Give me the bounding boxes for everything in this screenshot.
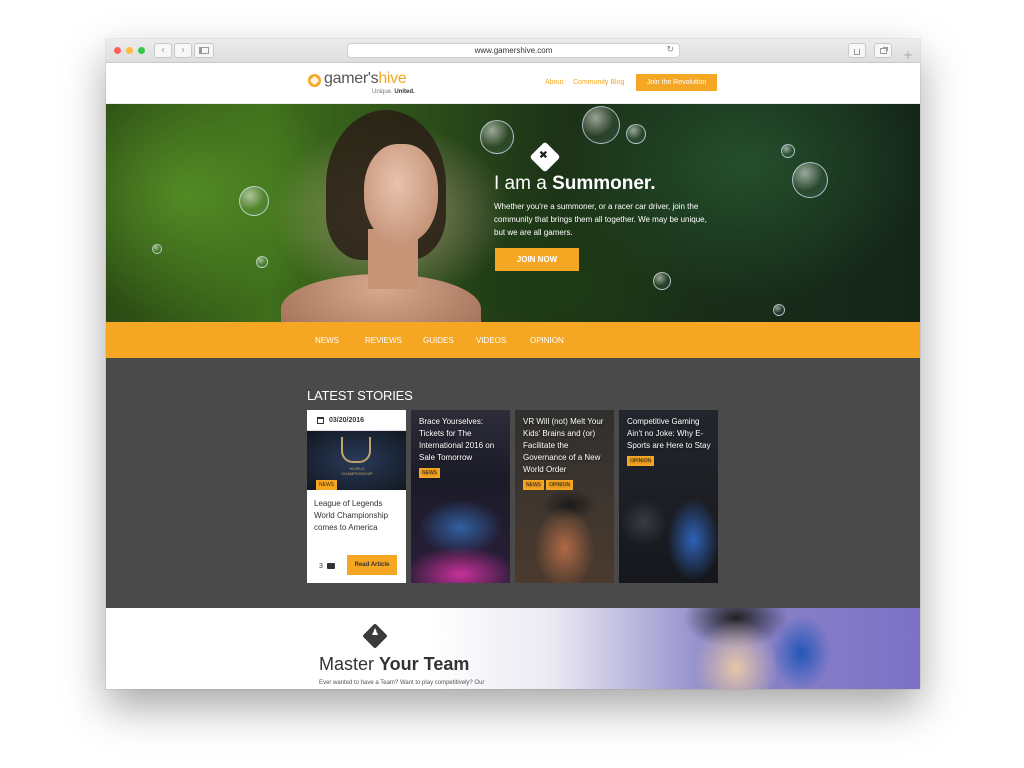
story-title: Brace Yourselves: Tickets for The Intern…	[419, 417, 495, 462]
hero-description: Whether you're a summoner, or a racer ca…	[494, 202, 707, 237]
chevron-right-icon: ›	[181, 45, 185, 56]
category-nav: NEWS REVIEWS GUIDES VIDEOS OPINION	[106, 322, 920, 358]
browser-window: ‹ › www.gamershive.com ↻ + gamer'shive U…	[106, 39, 920, 689]
share-icon	[854, 49, 860, 55]
tag-opinion[interactable]: OPINION	[627, 456, 655, 466]
hero-banner: ✖ I am a Summoner. Whether you're a summ…	[106, 104, 920, 322]
tag-news[interactable]: NEWS	[316, 480, 337, 490]
comment-count: 3	[319, 563, 323, 570]
address-bar[interactable]: www.gamershive.com ↻	[347, 43, 680, 58]
hero-title: I am a Summoner.	[494, 173, 656, 194]
team-section: ♟ Master Your Team Ever wanted to have a…	[106, 608, 920, 689]
read-article-button[interactable]: Read Article	[347, 555, 397, 575]
history-buttons: ‹ ›	[154, 43, 192, 58]
bubble	[582, 106, 620, 144]
join-revolution-button[interactable]: Join the Revolution	[636, 74, 717, 91]
bubble	[653, 272, 671, 290]
site-header: gamer'shive Unique. United. About Commun…	[106, 63, 920, 104]
tabs-icon	[879, 48, 887, 54]
summoner-badge-icon: ✖	[529, 141, 561, 173]
story-card[interactable]: Brace Yourselves: Tickets for The Intern…	[411, 410, 510, 583]
share-button[interactable]	[848, 43, 866, 58]
bubble	[781, 144, 795, 158]
hero-photo-face	[364, 144, 438, 244]
story-thumbnail: WORLD CHAMPIONSHIP NEWS	[307, 431, 406, 490]
story-date: 03/20/2016	[307, 410, 406, 431]
bubble	[773, 304, 785, 316]
close-window-button[interactable]	[114, 47, 121, 54]
sidebar-toggle-button[interactable]	[194, 43, 214, 58]
story-footer: 3 Read Article	[307, 552, 406, 582]
latest-stories-section: LATEST STORIES 03/20/2016 WORLD CHAMPION…	[106, 358, 920, 608]
category-guides[interactable]: GUIDES	[423, 336, 454, 345]
reload-icon[interactable]: ↻	[666, 44, 674, 57]
category-videos[interactable]: VIDEOS	[476, 336, 506, 345]
window-controls	[114, 47, 145, 54]
minimize-window-button[interactable]	[126, 47, 133, 54]
story-title: Competitive Gaming Ain't no Joke: Why E-…	[627, 417, 711, 450]
back-button[interactable]: ‹	[154, 43, 172, 58]
url-text: www.gamershive.com	[474, 46, 553, 55]
zoom-window-button[interactable]	[138, 47, 145, 54]
story-card[interactable]: VR Will (not) Melt Your Kids' Brains and…	[515, 410, 614, 583]
tag-news[interactable]: NEWS	[523, 480, 544, 490]
join-now-button[interactable]: JOIN NOW	[495, 248, 579, 271]
bubble	[152, 244, 162, 254]
team-title: Master Your Team	[319, 654, 470, 674]
category-news[interactable]: NEWS	[315, 336, 339, 345]
section-title: LATEST STORIES	[307, 388, 413, 403]
bubble	[256, 256, 268, 268]
hive-logo-icon	[308, 74, 321, 87]
nav-about-link[interactable]: About	[545, 79, 563, 86]
category-reviews[interactable]: REVIEWS	[365, 336, 402, 345]
show-tabs-button[interactable]	[874, 43, 892, 58]
team-photo	[626, 608, 920, 689]
logo-wordmark: gamer'shive	[324, 70, 407, 87]
story-title: VR Will (not) Melt Your Kids' Brains and…	[523, 417, 604, 474]
sidebar-icon	[199, 47, 209, 54]
trophy-icon	[341, 437, 371, 463]
story-card[interactable]: Competitive Gaming Ain't no Joke: Why E-…	[619, 410, 718, 583]
thumbnail-caption: WORLD CHAMPIONSHIP	[341, 466, 373, 476]
forward-button[interactable]: ›	[174, 43, 192, 58]
bubble	[480, 120, 514, 154]
new-tab-button[interactable]: +	[903, 48, 913, 62]
bubble	[792, 162, 828, 198]
nav-community-blog-link[interactable]: Community Blog	[573, 79, 624, 86]
site-logo[interactable]: gamer'shive Unique. United.	[308, 70, 415, 95]
chevron-left-icon: ‹	[161, 45, 165, 56]
featured-story-card[interactable]: 03/20/2016 WORLD CHAMPIONSHIP NEWS Leagu…	[307, 410, 406, 583]
story-title[interactable]: League of Legends World Championship com…	[307, 490, 406, 552]
team-description: Ever wanted to have a Team? Want to play…	[319, 680, 485, 686]
logo-tagline: Unique. United.	[372, 89, 415, 95]
browser-toolbar: ‹ › www.gamershive.com ↻ +	[106, 39, 920, 63]
tag-opinion[interactable]: OPINION	[546, 480, 574, 490]
bubble	[626, 124, 646, 144]
category-opinion[interactable]: OPINION	[530, 336, 564, 345]
comment-icon	[327, 563, 335, 569]
team-icon: ♟	[362, 623, 388, 649]
tag-news[interactable]: NEWS	[419, 468, 440, 478]
calendar-icon	[317, 417, 324, 424]
bubble	[239, 186, 269, 216]
